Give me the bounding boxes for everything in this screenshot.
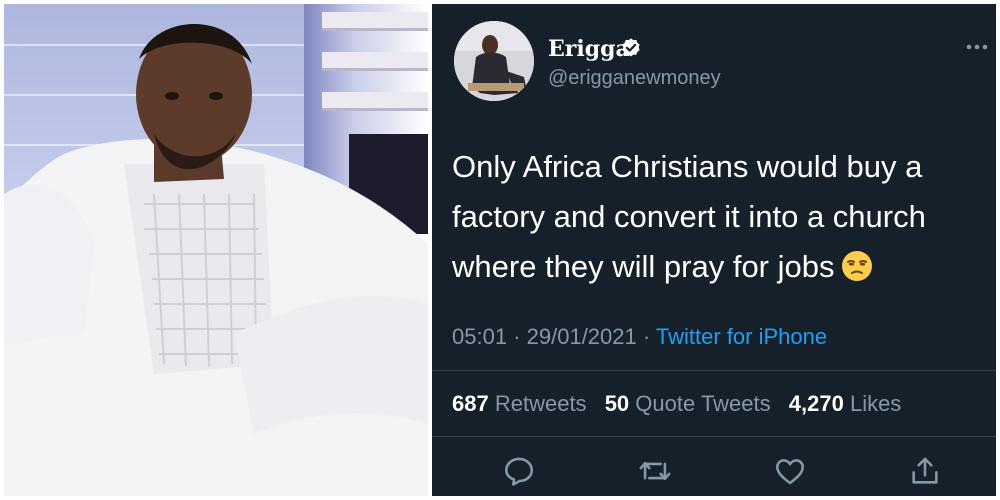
divider: [432, 370, 996, 371]
likes-label: Likes: [849, 391, 902, 416]
retweets-label: Retweets: [494, 391, 587, 416]
meta-separator: ·: [513, 324, 521, 349]
avatar[interactable]: [454, 21, 534, 101]
like-icon[interactable]: [773, 454, 807, 488]
tweet-card: Erigga @erigganewmoney Only Africa Chris…: [432, 4, 996, 496]
tweet-text: Only Africa Christians would buy a facto…: [452, 142, 972, 292]
tweet-time: 05:01: [452, 324, 508, 349]
quote-tweets-count: 50: [604, 391, 630, 416]
tweet-source-link[interactable]: Twitter for iPhone: [656, 324, 827, 349]
profile-photo: [4, 4, 428, 496]
meta-separator: ·: [642, 324, 651, 349]
retweets-count: 687: [452, 391, 489, 416]
tweet-stats: 687 Retweets 50 Quote Tweets 4,270 Likes: [452, 391, 913, 417]
man-in-white-outfit: [4, 24, 428, 496]
divider: [432, 436, 996, 437]
username[interactable]: @erigganewmoney: [548, 67, 721, 90]
tweet-date: 29/01/2021: [526, 324, 637, 349]
likes-stat[interactable]: 4,270 Likes: [789, 391, 902, 416]
tweet-actions: [432, 452, 996, 492]
retweets-stat[interactable]: 687 Retweets: [452, 391, 587, 416]
reply-icon[interactable]: [502, 454, 536, 488]
display-name[interactable]: Erigga: [548, 36, 630, 62]
share-icon[interactable]: [908, 454, 942, 488]
likes-count: 4,270: [788, 391, 844, 416]
more-options-icon[interactable]: [966, 42, 988, 52]
verified-badge-icon: [622, 38, 640, 57]
retweet-icon[interactable]: [638, 454, 672, 488]
quote-tweets-label: Quote Tweets: [635, 391, 771, 416]
quote-tweets-stat[interactable]: 50 Quote Tweets: [605, 391, 771, 416]
unamused-face-emoji-icon: [841, 251, 872, 281]
tweet-metadata: 05:01 · 29/01/2021 · Twitter for iPhone: [452, 324, 827, 350]
